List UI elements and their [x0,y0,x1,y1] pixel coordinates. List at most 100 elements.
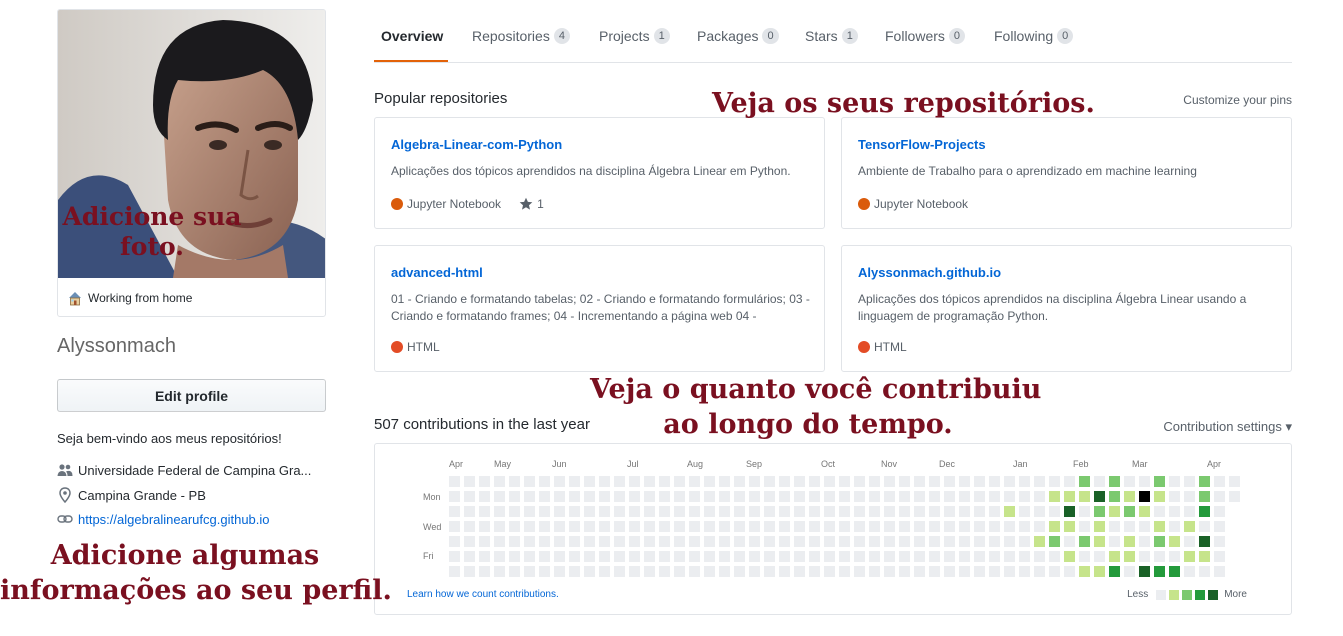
contribution-day[interactable] [1199,491,1210,502]
contribution-day[interactable] [899,536,910,547]
contribution-day[interactable] [839,536,850,547]
contribution-day[interactable] [509,566,520,577]
contribution-day[interactable] [584,551,595,562]
contribution-day[interactable] [989,566,1000,577]
contribution-day[interactable] [1019,476,1030,487]
contribution-day[interactable] [509,536,520,547]
contribution-day[interactable] [809,476,820,487]
contribution-day[interactable] [1109,536,1120,547]
contribution-day[interactable] [1139,491,1150,502]
contribution-day[interactable] [974,551,985,562]
contribution-day[interactable] [929,551,940,562]
contribution-day[interactable] [509,491,520,502]
contribution-day[interactable] [809,536,820,547]
contribution-day[interactable] [1109,521,1120,532]
contribution-day[interactable] [599,536,610,547]
contribution-day[interactable] [614,536,625,547]
contribution-day[interactable] [959,536,970,547]
contribution-day[interactable] [674,521,685,532]
contribution-day[interactable] [1154,566,1165,577]
contribution-day[interactable] [1109,566,1120,577]
contribution-day[interactable] [914,536,925,547]
tab-packages[interactable]: Packages 0 [697,26,779,46]
contribution-day[interactable] [554,491,565,502]
contribution-day[interactable] [914,476,925,487]
contribution-day[interactable] [524,476,535,487]
contribution-day[interactable] [1169,551,1180,562]
contribution-day[interactable] [914,521,925,532]
contribution-day[interactable] [989,491,1000,502]
contribution-day[interactable] [974,476,985,487]
contribution-day[interactable] [719,476,730,487]
contribution-day[interactable] [794,521,805,532]
contribution-day[interactable] [644,476,655,487]
contribution-settings-dropdown[interactable]: Contribution settings ▾ [1163,419,1292,435]
contribution-day[interactable] [524,491,535,502]
contribution-day[interactable] [944,521,955,532]
contribution-day[interactable] [944,506,955,517]
contribution-day[interactable] [1064,551,1075,562]
contribution-day[interactable] [929,476,940,487]
contribution-day[interactable] [749,536,760,547]
contribution-day[interactable] [719,536,730,547]
contribution-day[interactable] [569,551,580,562]
website-link[interactable]: https://algebralinearufcg.github.io [78,512,270,527]
contribution-day[interactable] [1094,476,1105,487]
contribution-day[interactable] [794,551,805,562]
contribution-day[interactable] [689,551,700,562]
contribution-day[interactable] [929,536,940,547]
contribution-day[interactable] [794,536,805,547]
contribution-day[interactable] [1004,536,1015,547]
contribution-day[interactable] [1109,476,1120,487]
contribution-day[interactable] [734,476,745,487]
contribution-day[interactable] [479,491,490,502]
contribution-day[interactable] [779,491,790,502]
contribution-day[interactable] [1229,476,1240,487]
contribution-day[interactable] [974,521,985,532]
contribution-day[interactable] [869,566,880,577]
contribution-day[interactable] [554,521,565,532]
contribution-day[interactable] [1184,521,1195,532]
contribution-day[interactable] [779,476,790,487]
contribution-day[interactable] [1019,521,1030,532]
contribution-day[interactable] [1199,506,1210,517]
contribution-day[interactable] [1064,521,1075,532]
contribution-day[interactable] [449,521,460,532]
contribution-day[interactable] [659,521,670,532]
contribution-day[interactable] [869,551,880,562]
contribution-day[interactable] [524,551,535,562]
contribution-day[interactable] [1079,491,1090,502]
contribution-day[interactable] [929,491,940,502]
contribution-day[interactable] [629,521,640,532]
contribution-day[interactable] [989,476,1000,487]
contribution-day[interactable] [1214,491,1225,502]
contribution-day[interactable] [884,551,895,562]
contribution-day[interactable] [1034,551,1045,562]
contribution-day[interactable] [824,566,835,577]
contribution-day[interactable] [704,536,715,547]
contribution-day[interactable] [1049,551,1060,562]
contribution-day[interactable] [704,491,715,502]
contribution-day[interactable] [1184,476,1195,487]
contribution-day[interactable] [1169,506,1180,517]
contribution-day[interactable] [599,506,610,517]
contribution-day[interactable] [1184,506,1195,517]
contribution-day[interactable] [824,521,835,532]
contribution-day[interactable] [479,521,490,532]
contribution-day[interactable] [1049,536,1060,547]
contribution-day[interactable] [1154,491,1165,502]
contribution-day[interactable] [1214,476,1225,487]
contribution-day[interactable] [869,506,880,517]
contribution-day[interactable] [1064,491,1075,502]
contribution-day[interactable] [779,506,790,517]
contribution-day[interactable] [749,521,760,532]
contribution-day[interactable] [1064,566,1075,577]
contribution-day[interactable] [524,536,535,547]
contribution-day[interactable] [704,506,715,517]
contribution-day[interactable] [539,566,550,577]
repo-name-link[interactable]: Alyssonmach.github.io [858,265,1001,280]
contribution-day[interactable] [719,521,730,532]
contribution-day[interactable] [959,566,970,577]
contribution-day[interactable] [899,506,910,517]
contribution-day[interactable] [764,536,775,547]
